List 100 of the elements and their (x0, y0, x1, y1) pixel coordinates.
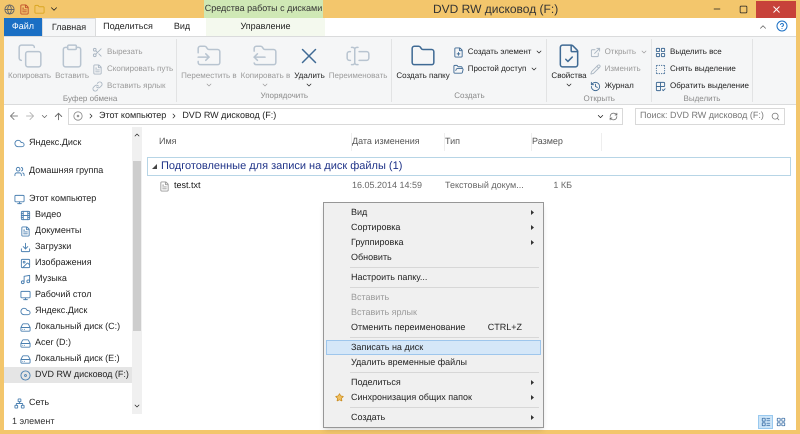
sidebar-item[interactable]: Локальный диск (E:) (4, 351, 132, 367)
ribbon-icon (590, 64, 601, 74)
ribbon-button[interactable]: Выделить все (654, 45, 750, 59)
sidebar-item[interactable]: Изображения (4, 255, 132, 271)
ribbon-icon (92, 80, 103, 92)
submenu-arrow-icon (531, 210, 534, 215)
refresh-icon[interactable] (609, 112, 618, 120)
view-button[interactable] (758, 415, 773, 429)
file-icon (159, 180, 170, 192)
sidebar-icon (14, 194, 25, 204)
sidebar-item[interactable]: DVD RW дисковод (F:) (4, 367, 132, 383)
menu-item[interactable]: Сортировка (326, 220, 541, 235)
scroll-up-icon[interactable] (133, 131, 141, 139)
ribbon-button[interactable]: Обратить выделение (654, 79, 750, 93)
submenu-arrow-icon (531, 380, 534, 385)
sidebar-icon (20, 338, 31, 348)
sidebar-item[interactable]: Видео (4, 207, 132, 223)
table-cell-text: 16.05.2014 14:59 (352, 179, 422, 192)
search-field[interactable]: Поиск: DVD RW дисковод (F:) (635, 108, 785, 124)
sidebar-item[interactable]: Загрузки (4, 239, 132, 255)
ribbon-icon (654, 80, 666, 92)
help-icon[interactable] (776, 20, 788, 32)
close-button[interactable] (756, 0, 796, 18)
sidebar-item[interactable]: Яндекс.Диск (4, 303, 132, 319)
sidebar-icon (20, 210, 31, 220)
group-header[interactable]: Подготовленные для записи на диск файлы (1) (147, 157, 791, 176)
breadcrumb[interactable]: Этот компьютер (99, 109, 166, 123)
ribbon-tab[interactable]: Вид (160, 18, 204, 36)
sidebar-item[interactable]: Документы (4, 223, 132, 239)
ribbon-icon (92, 64, 103, 74)
table-cell-text: Текстовый докум... (445, 179, 524, 192)
column-header[interactable]: Размер (532, 133, 602, 151)
scroll-down-icon[interactable] (133, 402, 141, 410)
shortcut-text: CTRL+Z (488, 320, 522, 334)
ribbon-icon (590, 46, 601, 58)
group-label: Буфер обмена (62, 93, 118, 105)
address-field[interactable]: Этот компьютер DVD RW дисковод (F:) (68, 108, 623, 124)
breadcrumb[interactable]: DVD RW дисковод (F:) (182, 109, 276, 123)
sidebar-item[interactable]: Домашняя группа (4, 163, 132, 179)
ribbon-button[interactable]: Снять выделение (654, 62, 750, 76)
search-icon (771, 112, 780, 120)
drive-icon (73, 111, 83, 121)
column-header[interactable]: Тип (445, 133, 532, 151)
ribbon-button[interactable]: Создать папку (395, 43, 451, 90)
ribbon-button[interactable]: Свойства (550, 43, 588, 93)
close-icon (770, 4, 782, 14)
menu-item[interactable]: Поделиться (326, 375, 541, 390)
separator-icon (87, 112, 95, 120)
menu-item[interactable]: Удалить временные файлы (326, 355, 541, 370)
menu-item[interactable]: Отменить переименование CTRL+Z (326, 320, 541, 335)
up-icon[interactable] (53, 110, 64, 122)
back-icon[interactable] (8, 110, 20, 122)
submenu-arrow-icon (531, 225, 534, 230)
ribbon-tab[interactable]: Файл (4, 18, 42, 36)
ribbon-icon (654, 46, 666, 58)
sidebar-icon (20, 306, 31, 316)
sidebar-item[interactable]: Этот компьютер (4, 191, 132, 207)
sidebar-item[interactable]: Сеть (4, 395, 132, 411)
column-header[interactable]: Имя (159, 133, 352, 151)
menu-item[interactable]: Создать (326, 410, 541, 425)
menu-item[interactable]: Обновить (326, 250, 541, 265)
ribbon-tab[interactable]: Управление (206, 18, 325, 36)
ribbon-button[interactable]: Создать элемент (452, 45, 544, 59)
sidebar-icon (20, 322, 31, 332)
menu-item[interactable]: Настроить папку... (326, 270, 541, 285)
menu-item[interactable]: Группировка (326, 235, 541, 250)
ribbon-icon (92, 46, 103, 58)
sidebar-item[interactable]: Музыка (4, 271, 132, 287)
contextual-tab-header: Средства работы с дисками (204, 0, 323, 18)
column-header[interactable]: Дата изменения (352, 133, 445, 151)
ribbon-button[interactable]: Удалить (293, 43, 326, 90)
menu-item[interactable]: Записать на диск (326, 340, 541, 355)
app-icon (4, 4, 15, 14)
ribbon-icon (16, 43, 43, 69)
group-label: Создать (453, 90, 486, 102)
sidebar-item[interactable]: Локальный диск (C:) (4, 319, 132, 335)
ribbon-tab[interactable]: Главная (42, 18, 96, 36)
caret-icon (204, 81, 213, 89)
caret-icon (530, 65, 538, 73)
scrollbar[interactable] (132, 127, 142, 414)
ribbon-tab[interactable]: Поделиться (96, 18, 160, 36)
sidebar-icon (20, 354, 31, 364)
sidebar-item[interactable]: Рабочий стол (4, 287, 132, 303)
sidebar-item[interactable]: Яндекс.Диск (4, 135, 132, 151)
caret-icon (535, 48, 544, 56)
sidebar-icon (20, 258, 31, 268)
ribbon-icon (452, 64, 464, 74)
sidebar-icon (20, 370, 31, 380)
ribbon-icon (452, 46, 464, 58)
sidebar-item[interactable]: Acer (D:) (4, 335, 132, 351)
table-cell-text: test.txt (174, 179, 201, 192)
sidebar-icon (14, 166, 25, 176)
menu-item[interactable]: Синхронизация общих папок (326, 390, 541, 405)
ribbon-button[interactable]: Журнал (590, 79, 648, 93)
maximize-icon (738, 4, 748, 14)
ribbon-button[interactable]: Простой доступ (452, 62, 544, 76)
menu-item[interactable]: Вид (326, 205, 541, 220)
caret-icon (261, 81, 270, 89)
ribbon-icon (590, 80, 601, 92)
window-title: DVD RW дисковод (F:) (433, 1, 558, 18)
